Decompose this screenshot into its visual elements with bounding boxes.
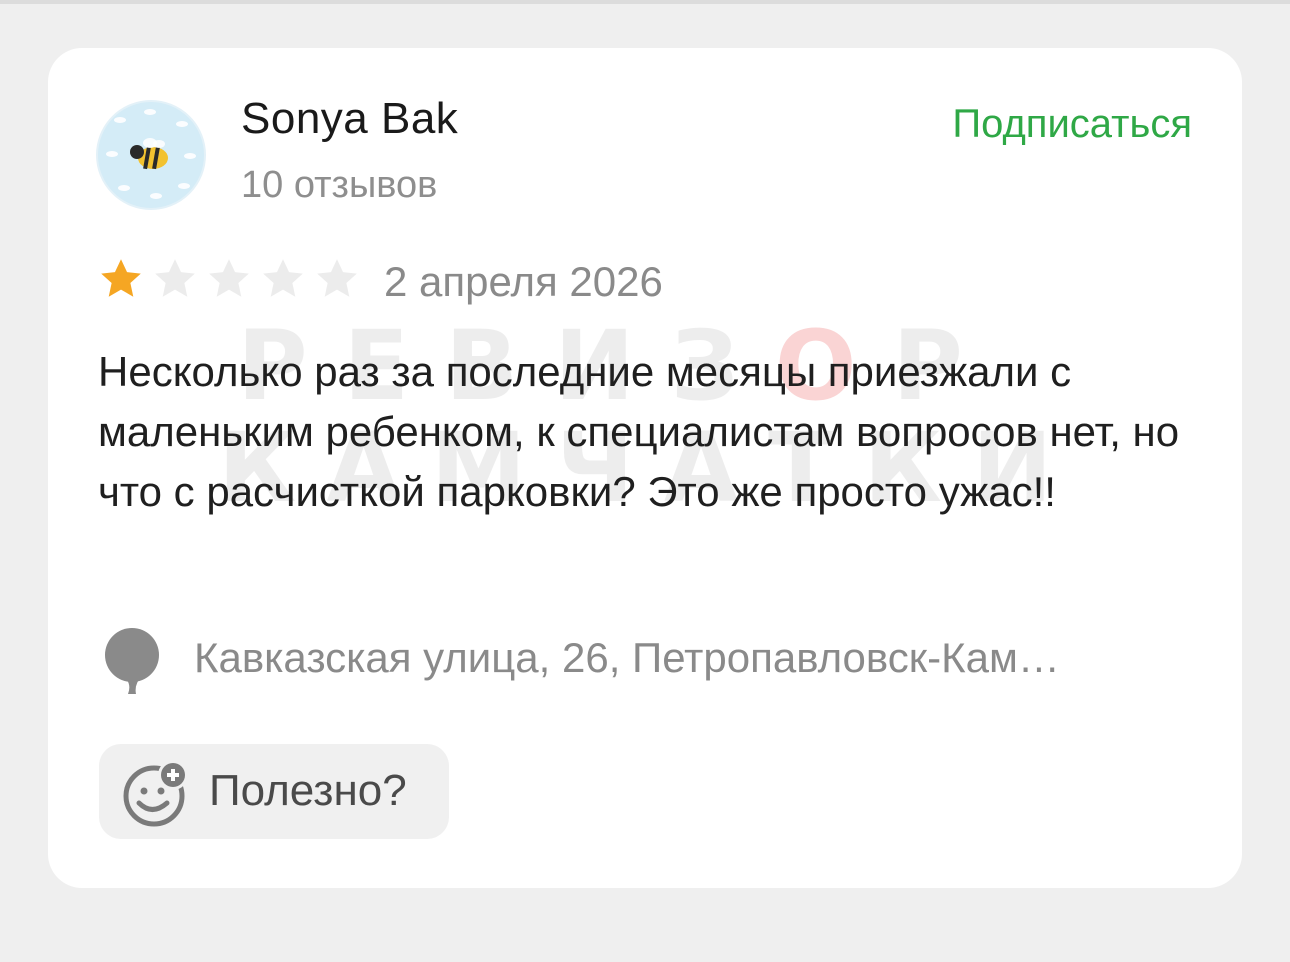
star-icon-empty bbox=[204, 254, 254, 304]
subscribe-button[interactable]: Подписаться bbox=[952, 102, 1192, 147]
review-card: Sonya Bak 10 отзывов Подписаться 2 апрел… bbox=[48, 48, 1242, 888]
review-text: Несколько раз за последние месяцы приезж… bbox=[98, 348, 1180, 515]
star-icon-filled bbox=[96, 254, 146, 304]
author-review-count: 10 отзывов bbox=[241, 164, 438, 206]
useful-label: Полезно? bbox=[209, 766, 407, 815]
address-link[interactable]: Кавказская улица, 26, Петропавловск-Кам… bbox=[194, 634, 1194, 682]
useful-button[interactable]: Полезно? bbox=[99, 744, 449, 839]
top-divider bbox=[0, 0, 1290, 4]
smile-plus-icon bbox=[121, 758, 191, 833]
star-icon-empty bbox=[150, 254, 200, 304]
star-icon-empty bbox=[258, 254, 308, 304]
bee-icon bbox=[106, 109, 196, 199]
rating-stars bbox=[96, 254, 362, 304]
avatar[interactable] bbox=[96, 100, 206, 210]
map-pin-icon bbox=[102, 626, 162, 701]
review-date: 2 апреля 2026 bbox=[384, 258, 663, 305]
star-icon-empty bbox=[312, 254, 362, 304]
author-name[interactable]: Sonya Bak bbox=[241, 94, 458, 144]
